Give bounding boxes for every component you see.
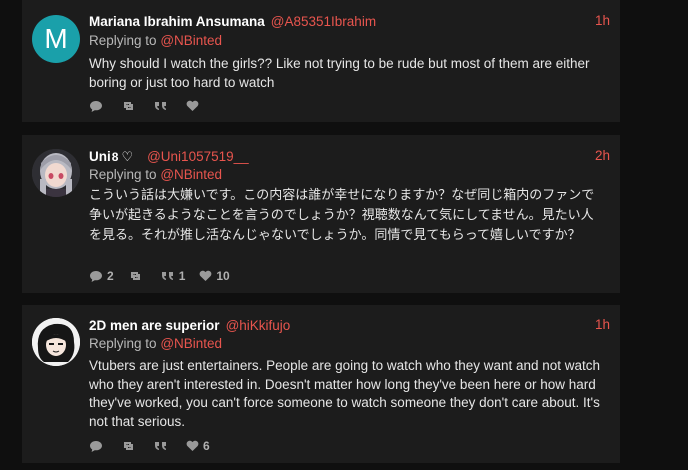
action-bar: 6 bbox=[89, 438, 224, 454]
reply-text: Vtubers are just entertainers. People ar… bbox=[89, 358, 601, 429]
reply-feed: M Mariana Ibrahim Ansumana @A85351Ibrahim… bbox=[0, 0, 688, 470]
reply-card[interactable]: 2D men are superior @hiKkifujo 1h Replyin… bbox=[22, 305, 620, 463]
avatar[interactable] bbox=[32, 149, 80, 197]
reply-header: 2D men are superior @hiKkifujo 1h bbox=[89, 317, 610, 335]
replying-to-line: Replying to @NBinted bbox=[89, 167, 222, 182]
action-bar: 2 1 10 bbox=[89, 268, 244, 284]
reply-card[interactable]: M Mariana Ibrahim Ansumana @A85351Ibrahim… bbox=[22, 0, 620, 122]
comment-icon bbox=[90, 440, 102, 452]
retweet-icon bbox=[124, 102, 133, 110]
reply-text: こういう話は大嫌いです。この内容は誰が幸せになりますか？なぜ同じ箱内のファンで争… bbox=[89, 188, 595, 243]
action-bar bbox=[89, 98, 217, 114]
author-handle[interactable]: @hiKkifujo bbox=[226, 318, 291, 333]
replying-to-label: Replying to bbox=[89, 33, 157, 48]
name-link-emoji: 8 bbox=[111, 150, 119, 164]
heart-icon bbox=[186, 100, 199, 111]
reply-header: Uni8 ♡ @Uni1057519__ 2h bbox=[89, 148, 610, 166]
anime-avatar-image bbox=[32, 318, 80, 366]
retweet-action[interactable] bbox=[128, 270, 147, 282]
reply-count: 2 bbox=[107, 269, 114, 283]
author-handle[interactable]: @Uni1057519__ bbox=[147, 149, 249, 164]
quote-icon bbox=[155, 102, 166, 110]
comment-icon bbox=[90, 270, 102, 282]
like-action[interactable]: 6 bbox=[186, 439, 210, 453]
heart-icon bbox=[186, 440, 199, 451]
author-name[interactable]: 2D men are superior bbox=[89, 318, 220, 333]
timestamp[interactable]: 1h bbox=[595, 317, 610, 332]
reply-text: Why should I watch the girls?? Like not … bbox=[89, 56, 590, 90]
replying-to-link[interactable]: @NBinted bbox=[160, 336, 222, 351]
replying-to-label: Replying to bbox=[89, 167, 157, 182]
avatar[interactable] bbox=[32, 318, 80, 366]
quote-icon bbox=[161, 272, 173, 280]
reply-action[interactable] bbox=[89, 100, 107, 113]
like-count: 6 bbox=[203, 439, 210, 453]
timestamp[interactable]: 2h bbox=[595, 148, 610, 163]
reply-card[interactable]: Uni8 ♡ @Uni1057519__ 2h Replying to @NBint… bbox=[22, 135, 620, 293]
reply-action[interactable] bbox=[89, 440, 107, 453]
retweet-action[interactable] bbox=[121, 440, 140, 452]
quote-action[interactable] bbox=[154, 440, 172, 452]
replying-to-link[interactable]: @NBinted bbox=[160, 33, 222, 48]
reply-header: Mariana Ibrahim Ansumana @A85351Ibrahim 1… bbox=[89, 13, 610, 31]
replying-to-line: Replying to @NBinted bbox=[89, 336, 222, 351]
quote-icon bbox=[155, 442, 166, 450]
quote-count: 1 bbox=[178, 269, 186, 283]
anime-avatar-image bbox=[32, 149, 80, 197]
name-heart-emoji: ♡ bbox=[121, 149, 134, 164]
like-action[interactable] bbox=[186, 100, 203, 112]
retweet-icon bbox=[124, 442, 133, 450]
avatar[interactable]: M bbox=[32, 15, 80, 63]
author-name[interactable]: Uni bbox=[89, 149, 111, 164]
replying-to-label: Replying to bbox=[89, 336, 157, 351]
reply-action[interactable]: 2 bbox=[89, 269, 114, 283]
quote-action[interactable]: 1 bbox=[161, 269, 186, 283]
comment-icon bbox=[90, 100, 102, 112]
like-count: 10 bbox=[216, 269, 230, 283]
heart-icon bbox=[200, 270, 212, 281]
quote-action[interactable] bbox=[154, 100, 172, 112]
like-action[interactable]: 10 bbox=[199, 269, 230, 283]
retweet-icon bbox=[130, 272, 140, 280]
replying-to-link[interactable]: @NBinted bbox=[160, 167, 222, 182]
timestamp[interactable]: 1h bbox=[595, 13, 610, 28]
author-name[interactable]: Mariana Ibrahim Ansumana bbox=[89, 14, 265, 29]
retweet-action[interactable] bbox=[121, 100, 140, 112]
author-handle[interactable]: @A85351Ibrahim bbox=[271, 14, 376, 29]
replying-to-line: Replying to @NBinted bbox=[89, 33, 222, 48]
